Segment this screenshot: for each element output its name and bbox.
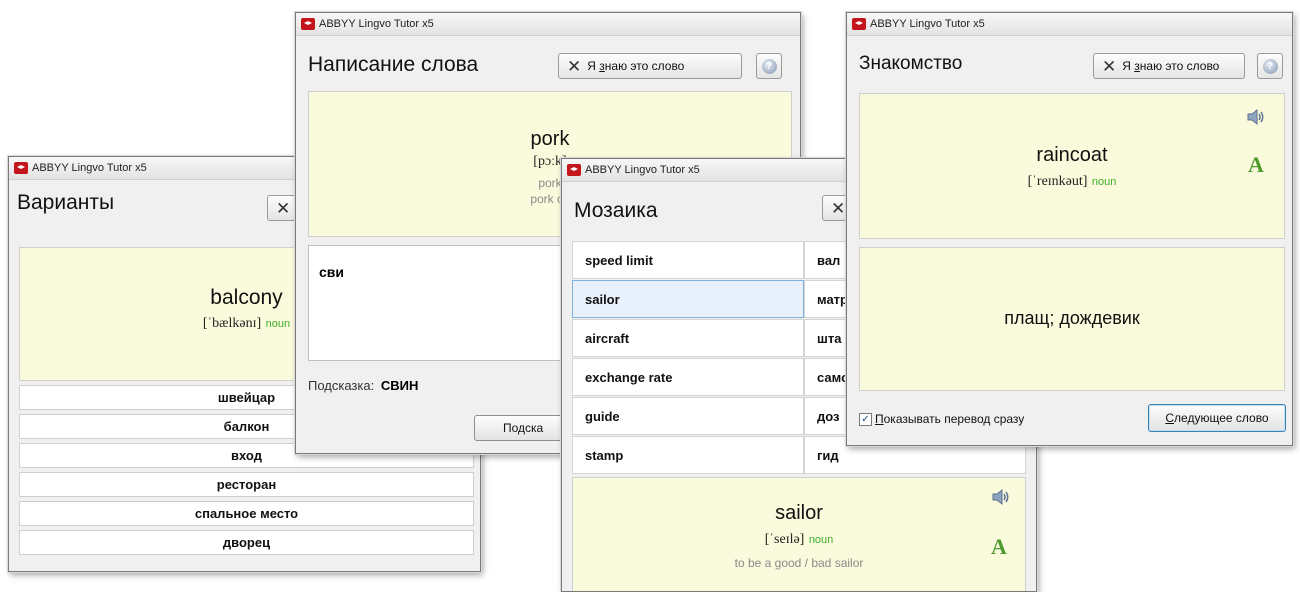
- title-bar: ABBYY Lingvo Tutor x5: [847, 13, 1292, 36]
- close-x-icon: ✕: [567, 56, 582, 76]
- help-icon: ?: [1262, 58, 1278, 74]
- part-of-speech: noun: [808, 534, 834, 546]
- hint-row: Подсказка: СВИН: [308, 378, 418, 393]
- transcription: [ˈbælkənɪ]: [202, 316, 262, 331]
- option-label: спальное место: [194, 506, 299, 521]
- page-title: Знакомство: [859, 53, 963, 74]
- help-button[interactable]: ?: [756, 53, 782, 79]
- transcription: [ˈseɪlə]: [764, 532, 805, 547]
- close-x-icon: ✕: [276, 198, 291, 218]
- help-icon: ?: [761, 58, 777, 74]
- app-icon: [301, 18, 315, 30]
- window-title: ABBYY Lingvo Tutor x5: [32, 162, 147, 174]
- mosaic-left-item[interactable]: speed limit: [572, 241, 804, 279]
- letter-a-icon[interactable]: A: [1248, 152, 1264, 178]
- close-x-icon: ✕: [831, 198, 846, 218]
- app-icon: [567, 164, 581, 176]
- answer-option[interactable]: спальное место: [19, 501, 474, 526]
- page-title: Варианты: [17, 191, 115, 214]
- checkbox-icon[interactable]: ✓: [859, 412, 872, 426]
- page-title: Написание слова: [308, 53, 479, 76]
- checkbox-label: Показывать перевод сразу: [875, 412, 1025, 426]
- transcription-line: [ˈseɪlə] noun: [573, 530, 1025, 548]
- answer-option[interactable]: ресторан: [19, 472, 474, 497]
- transcription-line: [ˈreɪnkəut] noun: [860, 172, 1284, 190]
- option-label: дворец: [222, 535, 271, 550]
- word-text: raincoat: [1036, 144, 1108, 166]
- translation-text: плащ; дождевик: [1004, 308, 1140, 328]
- next-word-button[interactable]: Следующее слово: [1148, 404, 1286, 432]
- app-icon: [14, 162, 28, 174]
- option-label: балкон: [223, 419, 270, 434]
- know-word-label: Я знаю это слово: [1122, 59, 1220, 73]
- window-title: ABBYY Lingvo Tutor x5: [319, 18, 434, 30]
- part-of-speech: noun: [1091, 176, 1117, 188]
- speaker-icon[interactable]: [991, 488, 1011, 506]
- window-title: ABBYY Lingvo Tutor x5: [585, 164, 700, 176]
- know-word-button[interactable]: ✕ Я знаю это слово: [1093, 53, 1245, 79]
- answer-option[interactable]: дворец: [19, 530, 474, 555]
- option-label: вход: [231, 448, 262, 463]
- word-card: raincoat [ˈreɪnkəut] noun A: [859, 93, 1285, 239]
- know-word-label: Я знаю это слово: [587, 59, 685, 73]
- window-znakomstvo: ABBYY Lingvo Tutor x5 Знакомство ✕ Я зна…: [846, 12, 1293, 446]
- app-icon: [852, 18, 866, 30]
- show-translation-checkbox-row[interactable]: ✓ Показывать перевод сразу: [859, 412, 1024, 426]
- mosaic-left-item[interactable]: guide: [572, 397, 804, 435]
- transcription: [ˈreɪnkəut]: [1027, 174, 1088, 189]
- mosaic-left-item[interactable]: stamp: [572, 436, 804, 474]
- speaker-icon[interactable]: [1246, 108, 1266, 126]
- help-button[interactable]: ?: [1257, 53, 1283, 79]
- option-label: ресторан: [216, 477, 277, 492]
- hint-button-label: Подска: [503, 421, 544, 435]
- close-x-icon: ✕: [1102, 56, 1117, 76]
- mosaic-left-item[interactable]: aircraft: [572, 319, 804, 357]
- mosaic-left-item[interactable]: exchange rate: [572, 358, 804, 396]
- next-word-label: Следующее слово: [1165, 411, 1269, 425]
- translation-card: плащ; дождевик: [859, 247, 1285, 391]
- hint-value: СВИН: [380, 378, 419, 393]
- word-text: pork: [530, 128, 570, 150]
- part-of-speech: noun: [265, 318, 291, 330]
- letter-a-icon[interactable]: A: [991, 534, 1007, 560]
- word-card: sailor [ˈseɪlə] noun to be a good / bad …: [572, 477, 1026, 591]
- know-word-button[interactable]: ✕ Я знаю это слово: [558, 53, 742, 79]
- page-title: Мозаика: [574, 199, 658, 222]
- window-title: ABBYY Lingvo Tutor x5: [870, 18, 985, 30]
- word-text: sailor: [775, 502, 823, 524]
- answer-input-value: сви: [319, 264, 344, 280]
- option-label: швейцар: [217, 390, 276, 405]
- example-text: to be a good / bad sailor: [734, 556, 864, 570]
- title-bar: ABBYY Lingvo Tutor x5: [296, 13, 800, 36]
- hint-label: Подсказка:: [308, 378, 375, 393]
- mosaic-left-item-selected[interactable]: sailor: [572, 280, 804, 318]
